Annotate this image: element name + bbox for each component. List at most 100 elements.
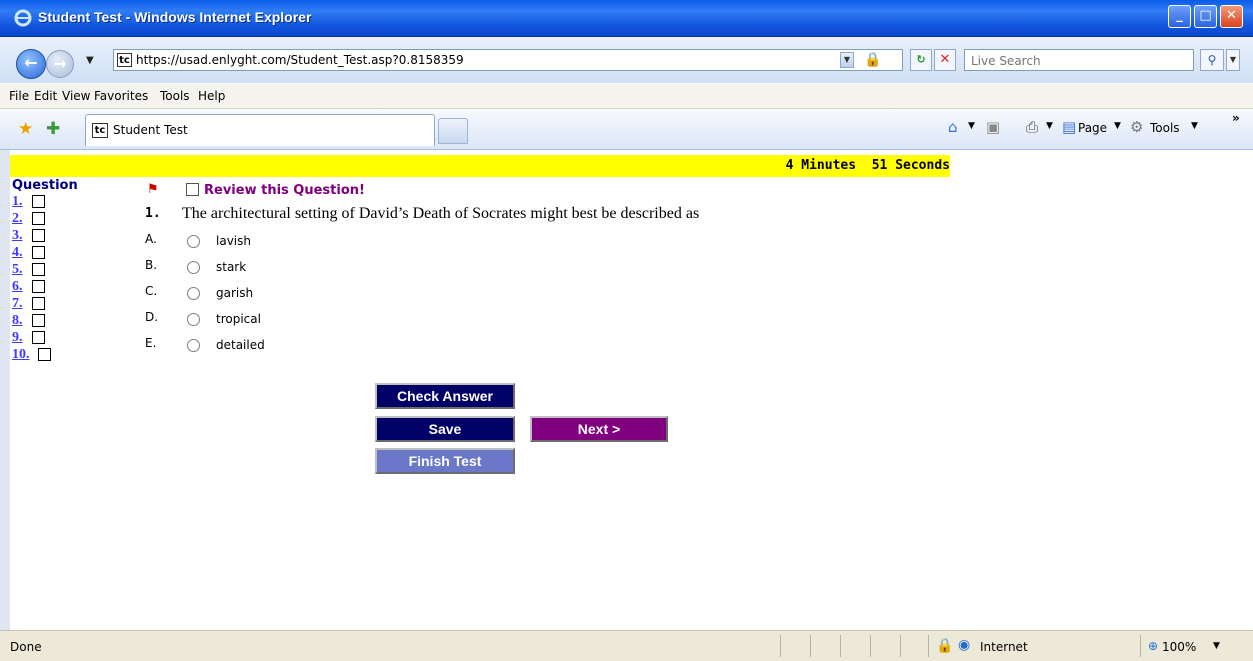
question-link[interactable]: 9. <box>12 330 23 346</box>
address-dropdown[interactable]: ▼ <box>840 52 854 68</box>
search-icon: ⚲ <box>1207 53 1217 67</box>
status-divider <box>928 635 929 657</box>
add-favorite-icon[interactable]: ✚ <box>46 119 60 139</box>
timer-banner: 4 Minutes 51 Seconds <box>10 155 950 177</box>
flag-icon: ⚑ <box>147 182 159 197</box>
lock-icon[interactable]: 🔒 <box>864 52 881 68</box>
question-status-box <box>32 195 45 208</box>
chevron-more-icon[interactable]: » <box>1232 111 1240 125</box>
protected-mode-icon[interactable]: 🔒 <box>936 638 953 654</box>
tab-label: Student Test <box>113 123 188 137</box>
minimize-icon: _ <box>1176 8 1183 23</box>
status-divider <box>810 635 811 657</box>
menu-file[interactable]: File <box>9 89 29 103</box>
review-question-checkbox[interactable] <box>186 183 199 196</box>
question-link[interactable]: 10. <box>12 347 30 363</box>
search-options-dropdown[interactable]: ▼ <box>1226 49 1240 71</box>
check-answer-button[interactable]: Check Answer <box>375 383 515 409</box>
option-letter: C. <box>145 284 158 298</box>
option-radio[interactable] <box>187 287 200 300</box>
search-button[interactable]: ⚲ <box>1200 49 1224 71</box>
recent-pages-dropdown[interactable]: ▼ <box>86 55 94 66</box>
refresh-button[interactable]: ↻ <box>910 49 932 71</box>
menu-tools[interactable]: Tools <box>160 89 190 103</box>
forward-arrow-icon: → <box>53 54 67 73</box>
option-text[interactable]: stark <box>216 260 246 274</box>
question-link[interactable]: 3. <box>12 228 23 244</box>
feeds-icon[interactable]: ▣ <box>986 118 1000 136</box>
menu-edit[interactable]: Edit <box>34 89 57 103</box>
status-text: Done <box>10 640 42 654</box>
question-link[interactable]: 4. <box>12 245 23 261</box>
menu-favorites[interactable]: Favorites <box>94 89 148 103</box>
tools-menu[interactable]: Tools <box>1150 121 1180 135</box>
content-frame-edge <box>0 150 10 630</box>
option-text[interactable]: lavish <box>216 234 251 248</box>
address-field[interactable]: tc https://usad.enlyght.com/Student_Test… <box>113 49 903 71</box>
option-radio[interactable] <box>187 313 200 326</box>
home-icon[interactable]: ⌂ <box>948 118 958 136</box>
question-link[interactable]: 5. <box>12 262 23 278</box>
forward-button[interactable]: → <box>46 50 74 78</box>
status-divider <box>840 635 841 657</box>
security-zone[interactable]: Internet <box>980 640 1028 654</box>
next-button[interactable]: Next > <box>530 416 668 442</box>
close-icon: ✕ <box>1226 8 1237 23</box>
home-dropdown[interactable]: ▼ <box>968 121 975 131</box>
question-status-box <box>32 314 45 327</box>
menu-view[interactable]: View <box>62 89 90 103</box>
question-status-box <box>32 212 45 225</box>
stop-button[interactable]: ✕ <box>934 49 956 71</box>
option-radio[interactable] <box>187 235 200 248</box>
option-text[interactable]: tropical <box>216 312 261 326</box>
refresh-icon: ↻ <box>916 53 926 66</box>
favorites-star-icon[interactable]: ★ <box>18 119 33 139</box>
ie-logo-icon <box>14 9 32 27</box>
close-button[interactable]: ✕ <box>1220 5 1243 28</box>
zoom-level[interactable]: 100% <box>1162 640 1196 654</box>
option-letter: B. <box>145 258 158 272</box>
maximize-button[interactable]: □ <box>1194 5 1217 28</box>
review-question-label[interactable]: Review this Question! <box>204 183 365 198</box>
question-link[interactable]: 2. <box>12 211 23 227</box>
search-box[interactable] <box>964 49 1194 71</box>
new-tab-button[interactable] <box>438 118 468 144</box>
question-link[interactable]: 1. <box>12 194 23 210</box>
menu-help[interactable]: Help <box>198 89 225 103</box>
question-status-box <box>32 331 45 344</box>
option-radio[interactable] <box>187 261 200 274</box>
option-letter: E. <box>145 336 157 350</box>
search-input[interactable] <box>965 52 1187 70</box>
page-menu[interactable]: Page <box>1078 121 1107 135</box>
page-content: 4 Minutes 51 Seconds Question 1. 2. 3. 4… <box>10 150 1253 630</box>
question-link[interactable]: 6. <box>12 279 23 295</box>
save-button[interactable]: Save <box>375 416 515 442</box>
option-letter: D. <box>145 310 159 324</box>
question-link[interactable]: 8. <box>12 313 23 329</box>
question-status-box <box>32 297 45 310</box>
print-icon[interactable]: ⎙ <box>1026 118 1038 136</box>
back-button[interactable]: ← <box>16 49 46 79</box>
globe-icon: ◉ <box>958 637 971 653</box>
zoom-dropdown[interactable]: ▼ <box>1213 641 1220 651</box>
tab-student-test[interactable]: tc Student Test <box>85 114 435 146</box>
question-status-box <box>32 280 45 293</box>
minimize-button[interactable]: _ <box>1168 5 1191 28</box>
question-text: The architectural setting of David’s Dea… <box>182 205 700 222</box>
maximize-icon: □ <box>1199 8 1212 23</box>
back-arrow-icon: ← <box>24 53 38 72</box>
status-divider <box>870 635 871 657</box>
tools-gear-icon: ⚙ <box>1130 118 1144 136</box>
tools-dropdown[interactable]: ▼ <box>1191 121 1198 131</box>
address-url[interactable]: https://usad.enlyght.com/Student_Test.as… <box>136 53 464 67</box>
option-letter: A. <box>145 232 157 246</box>
question-status-box <box>32 246 45 259</box>
question-status-box <box>38 348 51 361</box>
print-dropdown[interactable]: ▼ <box>1046 121 1053 131</box>
option-text[interactable]: detailed <box>216 338 265 352</box>
option-text[interactable]: garish <box>216 286 253 300</box>
page-dropdown[interactable]: ▼ <box>1114 121 1121 131</box>
option-radio[interactable] <box>187 339 200 352</box>
question-link[interactable]: 7. <box>12 296 23 312</box>
finish-test-button[interactable]: Finish Test <box>375 448 515 474</box>
